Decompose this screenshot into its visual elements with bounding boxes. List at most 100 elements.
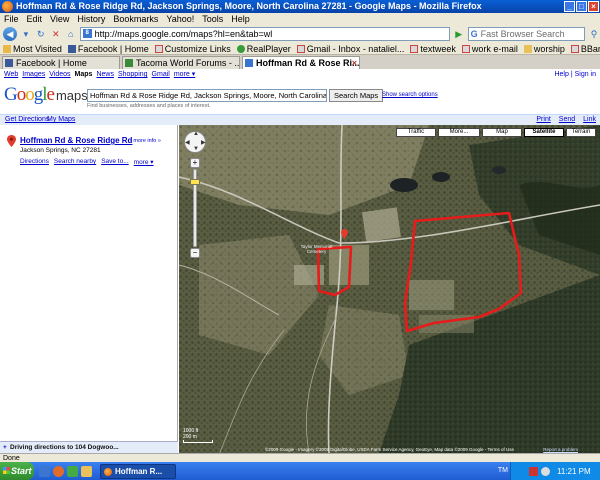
more-button[interactable]: More... (438, 128, 480, 137)
menu-view[interactable]: View (50, 13, 69, 25)
link-link[interactable]: Link (583, 115, 596, 125)
bookmark-work-email[interactable]: work e-mail (461, 43, 518, 54)
start-button[interactable]: Start (0, 462, 34, 480)
place-address: Jackson Springs, NC 27281 (20, 147, 101, 154)
maximize-button[interactable]: □ (576, 1, 587, 12)
help-signin-links[interactable]: Help | Sign in (554, 69, 596, 80)
location-pin-icon[interactable] (7, 135, 16, 147)
show-search-options-link[interactable]: Show search options (382, 92, 438, 98)
gbar-images[interactable]: Images (22, 69, 45, 80)
home-icon[interactable]: ⌂ (65, 28, 77, 40)
menu-bookmarks[interactable]: Bookmarks (113, 13, 158, 25)
page-icon (154, 44, 163, 53)
print-link[interactable]: Print (536, 115, 550, 125)
directions-link[interactable]: Directions (20, 158, 49, 166)
taskbar-firefox-item[interactable]: Hoffman R... (100, 463, 176, 479)
browser-search-input[interactable]: G Fast Browser Search (467, 27, 586, 41)
close-tab-icon[interactable]: × (352, 57, 357, 69)
gbar-shopping[interactable]: Shopping (118, 69, 148, 80)
map-view-button[interactable]: Map (482, 128, 522, 137)
bookmark-customize-links[interactable]: Customize Links (154, 43, 231, 54)
url-text: http://maps.google.com/maps?hl=en&tab=wl (94, 29, 273, 39)
gbar-videos[interactable]: Videos (49, 69, 70, 80)
menu-tools[interactable]: Tools (202, 13, 223, 25)
menu-history[interactable]: History (77, 13, 105, 25)
pan-down-icon[interactable]: ▼ (193, 146, 199, 152)
reload-icon[interactable]: ↻ (35, 28, 47, 40)
url-bar[interactable]: 8 http://maps.google.com/maps?hl=en&tab=… (79, 27, 450, 41)
menu-help[interactable]: Help (231, 13, 250, 25)
map-marker-icon[interactable] (341, 229, 348, 239)
google-favicon-icon (245, 59, 253, 67)
window-title-bar[interactable]: Hoffman Rd & Rose Ridge Rd, Jackson Spri… (0, 0, 600, 13)
firefox-icon (2, 1, 13, 12)
pan-up-icon[interactable]: ▲ (193, 131, 199, 137)
media-icon[interactable] (67, 465, 78, 477)
place-more-link[interactable]: more ▾ (134, 158, 154, 166)
tab-google-maps[interactable]: Hoffman Rd & Rose Ri... × (242, 56, 360, 69)
page-icon (570, 44, 579, 53)
bookmark-gmail[interactable]: Gmail - Inbox - nataliel... (296, 43, 404, 54)
my-maps-link[interactable]: My Maps (47, 115, 75, 125)
get-directions-link[interactable]: Get Directions (5, 115, 49, 125)
more-info-link[interactable]: - more info » (130, 138, 161, 144)
save-to-link[interactable]: Save to... (101, 158, 128, 166)
antivirus-icon[interactable] (529, 466, 538, 476)
search-icon[interactable]: ⚲ (588, 28, 600, 40)
driving-directions-bar[interactable]: Driving directions to 104 Dogwoo... (0, 441, 178, 453)
close-button[interactable]: × (588, 1, 599, 12)
gbar-gmail[interactable]: Gmail (152, 69, 170, 80)
window-controls: _ □ × (564, 1, 599, 12)
zoom-slider[interactable] (190, 169, 200, 247)
pan-left-icon[interactable]: ◀ (185, 139, 190, 146)
bookmark-bband-t[interactable]: BBand T (570, 43, 600, 54)
menu-edit[interactable]: Edit (27, 13, 43, 25)
minimize-button[interactable]: _ (564, 1, 575, 12)
go-icon[interactable]: ▶ (453, 28, 465, 40)
cemetery-label: Taylor Memorial Cemetery (300, 244, 333, 254)
zoom-slider-thumb[interactable] (190, 178, 200, 185)
gbar-news[interactable]: News (96, 69, 114, 80)
pan-control[interactable]: ▲ ◀ ▶ ▼ (184, 131, 206, 153)
menu-file[interactable]: File (4, 13, 19, 25)
bookmark-most-visited[interactable]: Most Visited (3, 43, 62, 54)
navigation-toolbar: ◀ ▾ ↻ ✕ ⌂ 8 http://maps.google.com/maps?… (0, 25, 600, 43)
folder-icon[interactable] (81, 465, 92, 477)
firefox-quicklaunch-icon[interactable] (53, 465, 64, 477)
zoom-in-button[interactable]: + (190, 158, 200, 168)
gbar-maps-current: Maps (74, 71, 93, 78)
search-nearby-link[interactable]: Search nearby (54, 158, 96, 166)
satellite-button[interactable]: Satellite (524, 128, 564, 137)
stop-icon[interactable]: ✕ (50, 28, 62, 40)
page-icon (410, 44, 419, 53)
bookmark-worship[interactable]: worship (523, 43, 565, 54)
terrain-button[interactable]: Terrain (566, 128, 596, 137)
report-problem-link[interactable]: Report a problem (543, 446, 578, 453)
tab-tacoma-world[interactable]: Tacoma World Forums - ... (122, 56, 240, 69)
tab-facebook[interactable]: Facebook | Home (2, 56, 120, 69)
forward-dropdown-icon[interactable]: ▾ (20, 28, 32, 40)
maps-search-input[interactable]: Hoffman Rd & Rose Ridge Rd, Jackson Spri… (87, 89, 327, 102)
bookmark-textweek[interactable]: textweek (410, 43, 456, 54)
search-maps-button[interactable]: Search Maps (329, 89, 384, 102)
google-maps-page: Web Images Videos Maps News Shopping Gma… (0, 69, 600, 453)
bookmark-facebook[interactable]: Facebook | Home (67, 43, 149, 54)
taskbar-tm-label: TM (497, 467, 508, 474)
gbar-more[interactable]: more ▾ (174, 69, 195, 80)
bookmark-realplayer[interactable]: RealPlayer (236, 43, 291, 54)
menu-yahoo[interactable]: Yahoo! (166, 13, 194, 25)
zoom-out-button[interactable]: − (190, 248, 200, 258)
pan-right-icon[interactable]: ▶ (201, 139, 206, 146)
browser-search-placeholder: Fast Browser Search (480, 29, 565, 39)
satellite-map[interactable]: Taylor Memorial Cemetery Traffic More...… (179, 125, 600, 453)
ie-icon[interactable] (39, 465, 50, 477)
zoom-control: + − (190, 158, 200, 258)
back-button[interactable]: ◀ (3, 27, 17, 41)
volume-icon[interactable] (541, 466, 550, 476)
send-link[interactable]: Send (559, 115, 575, 125)
google-maps-logo[interactable]: Google maps (4, 84, 88, 106)
traffic-button[interactable]: Traffic (396, 128, 436, 137)
place-title-link[interactable]: Hoffman Rd & Rose Ridge Rd (20, 136, 132, 145)
gbar-web[interactable]: Web (4, 69, 18, 80)
clock[interactable]: 11:21 PM (557, 467, 591, 476)
